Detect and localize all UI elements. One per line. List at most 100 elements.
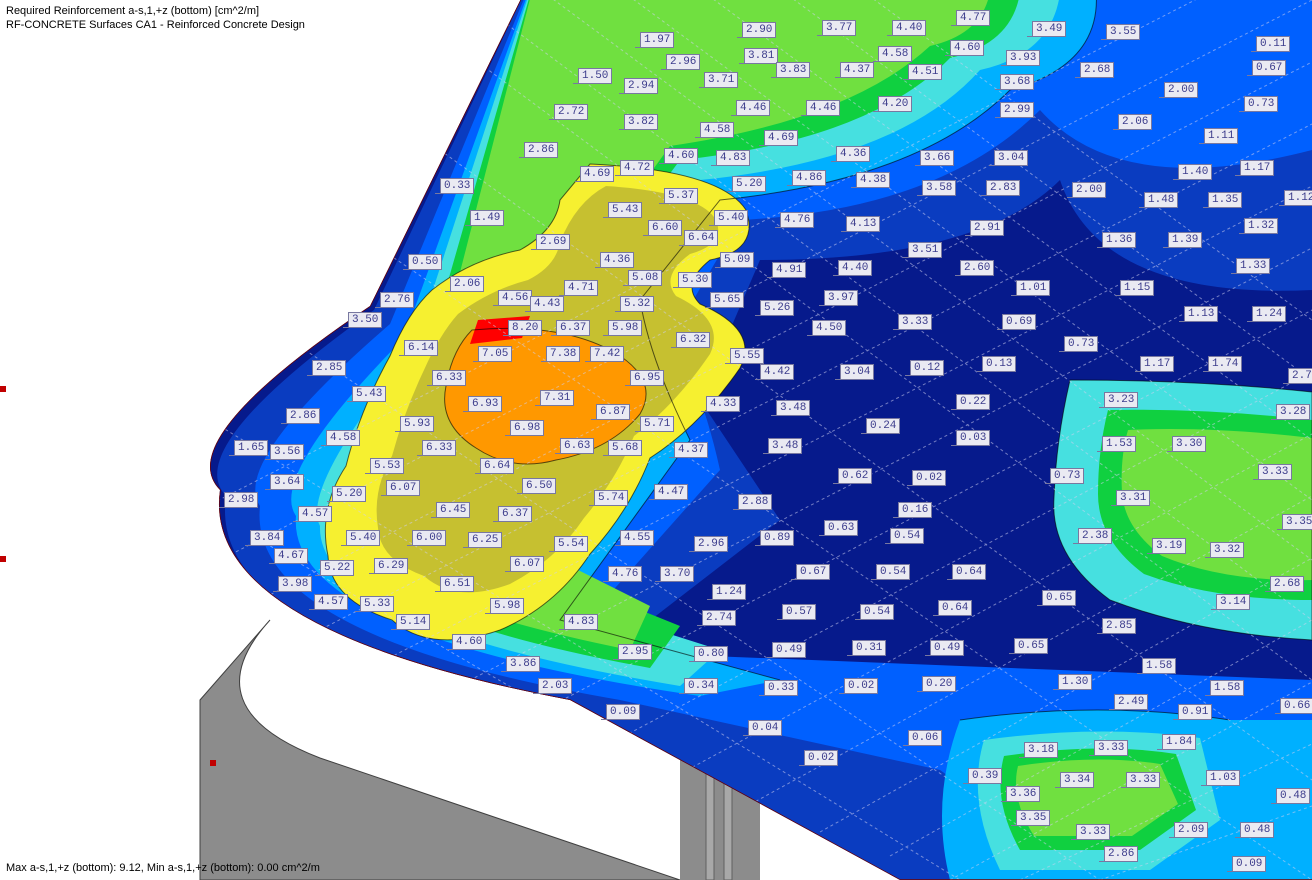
value-label: 6.07 xyxy=(510,556,544,572)
value-label: 1.40 xyxy=(1178,164,1212,180)
value-label: 0.54 xyxy=(890,528,924,544)
value-label: 0.34 xyxy=(684,678,718,694)
value-label: 5.40 xyxy=(346,530,380,546)
value-label: 4.67 xyxy=(274,548,308,564)
value-label: 4.51 xyxy=(908,64,942,80)
value-label: 1.35 xyxy=(1208,192,1242,208)
value-label: 3.36 xyxy=(1006,786,1040,802)
value-label: 1.74 xyxy=(1208,356,1242,372)
value-label: 0.49 xyxy=(930,640,964,656)
value-label: 1.13 xyxy=(1184,306,1218,322)
value-label: 2.85 xyxy=(312,360,346,376)
value-label: 6.25 xyxy=(468,532,502,548)
value-label: 1.48 xyxy=(1144,192,1178,208)
value-label: 5.37 xyxy=(664,188,698,204)
value-label: 0.63 xyxy=(824,520,858,536)
value-label: 3.49 xyxy=(1032,21,1066,37)
value-label: 0.04 xyxy=(748,720,782,736)
value-label: 3.84 xyxy=(250,530,284,546)
value-label: 4.58 xyxy=(326,430,360,446)
value-label: 3.71 xyxy=(704,72,738,88)
value-label: 5.26 xyxy=(760,300,794,316)
value-label: 1.03 xyxy=(1206,770,1240,786)
value-label: 0.65 xyxy=(1014,638,1048,654)
value-label: 0.65 xyxy=(1042,590,1076,606)
value-label: 1.17 xyxy=(1140,356,1174,372)
value-label: 2.38 xyxy=(1078,528,1112,544)
value-label: 0.67 xyxy=(796,564,830,580)
value-label: 5.65 xyxy=(710,292,744,308)
value-label: 3.77 xyxy=(822,20,856,36)
value-label: 4.36 xyxy=(836,146,870,162)
value-label: 3.33 xyxy=(1258,464,1292,480)
value-label: 3.66 xyxy=(920,150,954,166)
value-label: 0.11 xyxy=(1256,36,1290,52)
value-label: 2.96 xyxy=(666,54,700,70)
value-label: 2.74 xyxy=(702,610,736,626)
value-label: 1.01 xyxy=(1016,280,1050,296)
value-label: 3.14 xyxy=(1216,594,1250,610)
value-label: 0.48 xyxy=(1276,788,1310,804)
value-label: 3.19 xyxy=(1152,538,1186,554)
value-label: 3.04 xyxy=(840,364,874,380)
value-label: 3.28 xyxy=(1276,404,1310,420)
value-label: 6.50 xyxy=(522,478,556,494)
value-label: 4.38 xyxy=(856,172,890,188)
value-label: 3.48 xyxy=(776,400,810,416)
value-label: 2.99 xyxy=(1000,102,1034,118)
value-label: 4.58 xyxy=(878,46,912,62)
value-label: 3.35 xyxy=(1016,810,1050,826)
value-label: 3.33 xyxy=(1094,740,1128,756)
value-label: 6.63 xyxy=(560,438,594,454)
value-label: 4.71 xyxy=(564,280,598,296)
value-label: 2.94 xyxy=(624,78,658,94)
value-label: 4.36 xyxy=(600,252,634,268)
value-label: 0.33 xyxy=(440,178,474,194)
value-label: 4.37 xyxy=(674,442,708,458)
value-label: 1.24 xyxy=(1252,306,1286,322)
value-label: 3.50 xyxy=(348,312,382,328)
value-label: 6.60 xyxy=(648,220,682,236)
value-label: 0.20 xyxy=(922,676,956,692)
value-label: 0.50 xyxy=(408,254,442,270)
value-label: 3.97 xyxy=(824,290,858,306)
value-label: 0.02 xyxy=(844,678,878,694)
value-label: 4.58 xyxy=(700,122,734,138)
value-label: 0.06 xyxy=(908,730,942,746)
value-label: 3.81 xyxy=(744,48,778,64)
value-label: 4.60 xyxy=(950,40,984,56)
value-label: 3.33 xyxy=(898,314,932,330)
value-label: 0.89 xyxy=(760,530,794,546)
value-label: 0.91 xyxy=(1178,704,1212,720)
value-label: 2.00 xyxy=(1164,82,1198,98)
value-label: 2.83 xyxy=(986,180,1020,196)
value-label: 5.40 xyxy=(714,210,748,226)
value-label: 3.51 xyxy=(908,242,942,258)
value-label: 4.46 xyxy=(736,100,770,116)
value-label: 4.37 xyxy=(840,62,874,78)
value-label: 6.37 xyxy=(556,320,590,336)
value-label: 3.33 xyxy=(1126,772,1160,788)
value-label: 4.76 xyxy=(608,566,642,582)
value-label: 5.43 xyxy=(608,202,642,218)
value-label: 6.32 xyxy=(676,332,710,348)
value-label: 5.98 xyxy=(608,320,642,336)
value-label: 5.08 xyxy=(628,270,662,286)
value-label: 7.05 xyxy=(478,346,512,362)
value-label: 1.49 xyxy=(470,210,504,226)
value-label: 8.20 xyxy=(508,320,542,336)
value-label: 5.20 xyxy=(332,486,366,502)
value-label: 0.57 xyxy=(782,604,816,620)
value-label: 7.31 xyxy=(540,390,574,406)
value-label: 1.36 xyxy=(1102,232,1136,248)
value-label: 6.87 xyxy=(596,404,630,420)
value-label: 0.73 xyxy=(1244,96,1278,112)
value-label: 4.57 xyxy=(314,594,348,610)
value-label: 1.58 xyxy=(1142,658,1176,674)
value-label: 1.15 xyxy=(1120,280,1154,296)
value-label: 4.77 xyxy=(956,10,990,26)
value-label: 0.80 xyxy=(694,646,728,662)
value-label: 1.50 xyxy=(578,68,612,84)
value-label: 2.49 xyxy=(1114,694,1148,710)
value-label: 0.03 xyxy=(956,430,990,446)
